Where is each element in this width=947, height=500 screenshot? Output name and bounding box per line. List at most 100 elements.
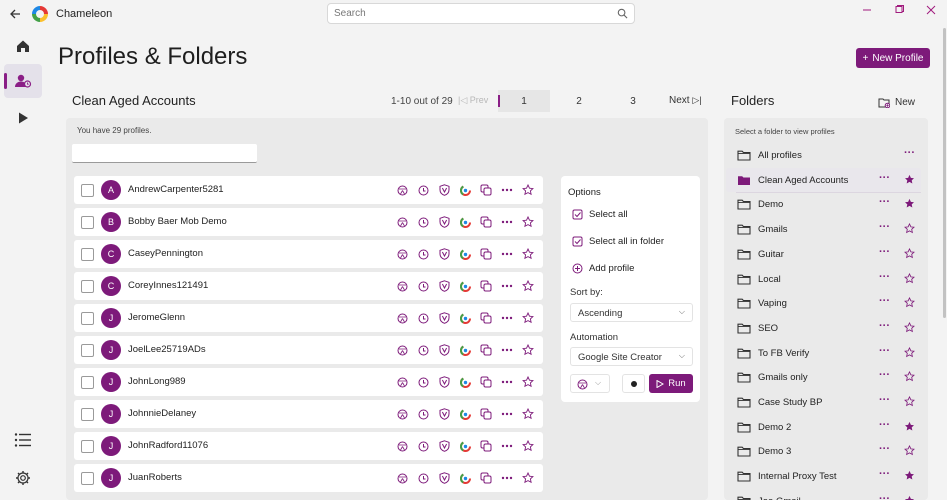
profile-checkbox[interactable] — [81, 216, 94, 229]
more-icon[interactable]: ··· — [879, 419, 890, 431]
profile-name[interactable]: JohnnieDelaney — [128, 408, 196, 419]
timezone-icon[interactable] — [415, 470, 431, 486]
profile-row[interactable]: J JoelLee25719ADs — [74, 336, 543, 364]
new-folder-button[interactable]: New — [878, 97, 915, 108]
folder-item[interactable]: Internal Proxy Test ··· — [726, 464, 921, 488]
folder-item[interactable]: Demo ··· — [726, 192, 921, 216]
more-icon[interactable]: ··· — [879, 246, 890, 258]
new-profile-button[interactable]: + New Profile — [856, 48, 930, 68]
prev-page-button[interactable]: |◁ Prev — [458, 95, 488, 106]
shield-icon[interactable] — [436, 278, 452, 294]
star-icon[interactable] — [520, 310, 536, 326]
timezone-icon[interactable] — [415, 278, 431, 294]
copy-icon[interactable] — [478, 374, 494, 390]
profile-name[interactable]: AndrewCarpenter5281 — [128, 184, 224, 195]
more-icon[interactable] — [499, 182, 515, 198]
automation-select[interactable]: Google Site Creator ⌵ — [570, 347, 693, 366]
chrome-icon[interactable] — [457, 310, 473, 326]
list-icon[interactable] — [4, 423, 42, 457]
sort-select[interactable]: Ascending ⌵ — [570, 303, 693, 322]
star-icon[interactable] — [520, 374, 536, 390]
folder-item[interactable]: Local ··· — [726, 267, 921, 291]
settings-gear-icon[interactable] — [4, 461, 42, 495]
profile-checkbox[interactable] — [81, 376, 94, 389]
chrome-icon[interactable] — [457, 278, 473, 294]
star-icon[interactable] — [520, 246, 536, 262]
profile-row[interactable]: J JeromeGlenn — [74, 304, 543, 332]
browser-engine-icon[interactable] — [394, 246, 410, 262]
folder-item[interactable]: To FB Verify ··· — [726, 341, 921, 365]
run-button[interactable]: Run — [649, 374, 693, 393]
more-icon[interactable] — [499, 214, 515, 230]
shield-icon[interactable] — [436, 342, 452, 358]
profile-row[interactable]: A AndrewCarpenter5281 — [74, 176, 543, 204]
more-icon[interactable] — [499, 374, 515, 390]
browser-engine-icon[interactable] — [394, 214, 410, 230]
more-icon[interactable]: ··· — [879, 493, 890, 500]
star-icon[interactable] — [520, 278, 536, 294]
profile-name[interactable]: JohnRadford11076 — [128, 440, 208, 451]
search-box[interactable] — [327, 3, 635, 24]
folder-item[interactable]: Case Study BP ··· — [726, 390, 921, 414]
close-icon[interactable] — [915, 0, 947, 20]
timezone-icon[interactable] — [415, 374, 431, 390]
more-icon[interactable]: ··· — [879, 394, 890, 406]
star-icon[interactable] — [520, 342, 536, 358]
profile-name[interactable]: JeromeGlenn — [128, 312, 185, 323]
more-icon[interactable]: ··· — [879, 196, 890, 208]
more-icon[interactable] — [499, 310, 515, 326]
profile-checkbox[interactable] — [81, 248, 94, 261]
profile-row[interactable]: C CoreyInnes121491 — [74, 272, 543, 300]
chrome-icon[interactable] — [457, 342, 473, 358]
browser-select[interactable]: ⌵ — [570, 374, 610, 393]
timezone-icon[interactable] — [415, 406, 431, 422]
profile-row[interactable]: C CaseyPennington — [74, 240, 543, 268]
shield-icon[interactable] — [436, 214, 452, 230]
browser-engine-icon[interactable] — [394, 342, 410, 358]
chrome-icon[interactable] — [457, 182, 473, 198]
chrome-icon[interactable] — [457, 246, 473, 262]
more-icon[interactable] — [499, 246, 515, 262]
more-icon[interactable]: ··· — [879, 369, 890, 381]
copy-icon[interactable] — [478, 470, 494, 486]
star-icon[interactable] — [520, 182, 536, 198]
profile-name[interactable]: JohnLong989 — [128, 376, 186, 387]
profile-name[interactable]: JuanRoberts — [128, 472, 182, 483]
profile-row[interactable]: J JuanRoberts — [74, 464, 543, 492]
folder-item[interactable]: Demo 3 ··· — [726, 439, 921, 463]
profile-checkbox[interactable] — [81, 408, 94, 421]
chrome-icon[interactable] — [457, 438, 473, 454]
profile-row[interactable]: B Bobby Baer Mob Demo — [74, 208, 543, 236]
copy-icon[interactable] — [478, 246, 494, 262]
select-all-button[interactable]: Select all — [572, 209, 628, 220]
browser-engine-icon[interactable] — [394, 470, 410, 486]
profile-checkbox[interactable] — [81, 344, 94, 357]
chrome-icon[interactable] — [457, 214, 473, 230]
star-icon[interactable] — [520, 214, 536, 230]
maximize-icon[interactable] — [883, 0, 915, 20]
timezone-icon[interactable] — [415, 342, 431, 358]
folder-item[interactable]: Clean Aged Accounts ··· — [726, 167, 921, 193]
more-icon[interactable]: ··· — [904, 147, 915, 159]
search-input[interactable] — [328, 4, 598, 23]
folder-item[interactable]: All profiles ··· — [726, 143, 921, 167]
timezone-icon[interactable] — [415, 310, 431, 326]
shield-icon[interactable] — [436, 246, 452, 262]
star-icon[interactable] — [520, 406, 536, 422]
shield-icon[interactable] — [436, 470, 452, 486]
copy-icon[interactable] — [478, 438, 494, 454]
minimize-icon[interactable] — [851, 0, 883, 20]
folder-item[interactable]: Demo 2 ··· — [726, 415, 921, 439]
folder-item[interactable]: Vaping ··· — [726, 291, 921, 315]
shield-icon[interactable] — [436, 374, 452, 390]
more-icon[interactable] — [499, 406, 515, 422]
profile-name[interactable]: JoelLee25719ADs — [128, 344, 206, 355]
shield-icon[interactable] — [436, 182, 452, 198]
star-icon[interactable] — [520, 438, 536, 454]
browser-engine-icon[interactable] — [394, 182, 410, 198]
profile-row[interactable]: J JohnLong989 — [74, 368, 543, 396]
star-icon[interactable] — [520, 470, 536, 486]
profile-checkbox[interactable] — [81, 472, 94, 485]
more-icon[interactable] — [499, 438, 515, 454]
copy-icon[interactable] — [478, 182, 494, 198]
